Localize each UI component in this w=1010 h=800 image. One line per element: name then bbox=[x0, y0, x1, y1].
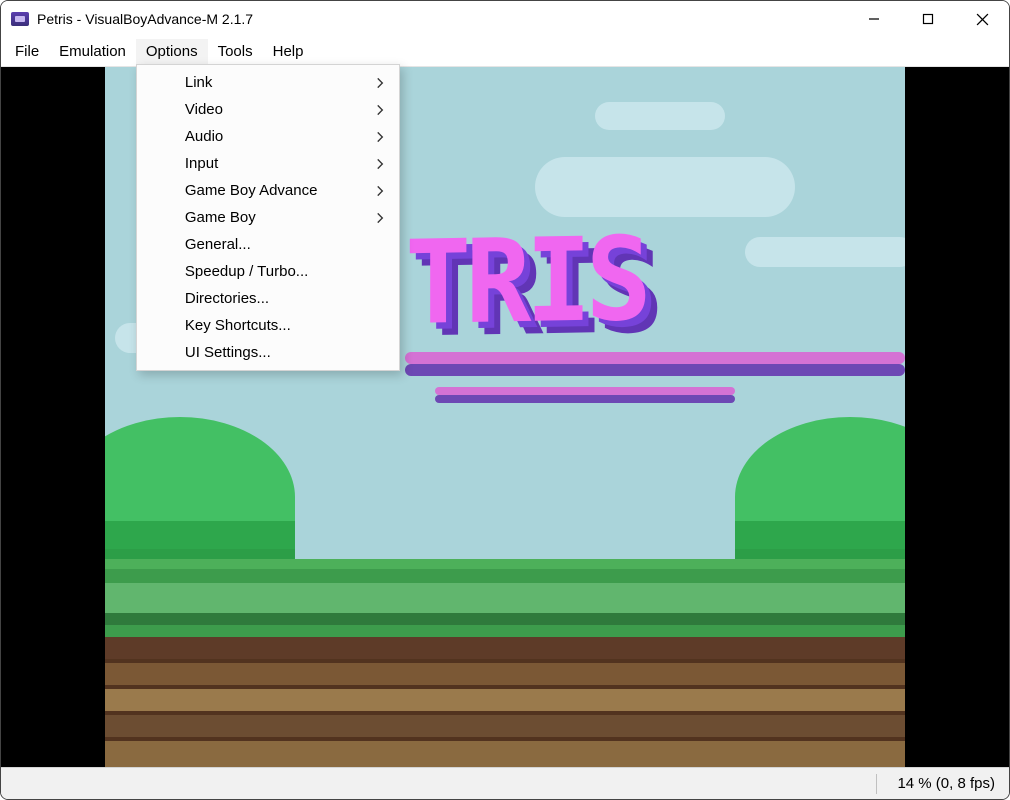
logo-underline bbox=[405, 352, 905, 364]
options-keyshortcuts[interactable]: Key Shortcuts... bbox=[137, 312, 399, 339]
chevron-right-icon bbox=[376, 185, 385, 196]
statusbar: 14 % (0, 8 fps) bbox=[1, 767, 1009, 799]
menu-options[interactable]: Options Link Video Audio Input Game Boy … bbox=[136, 39, 208, 64]
chevron-right-icon bbox=[376, 212, 385, 223]
close-button[interactable] bbox=[959, 3, 1005, 35]
options-directories[interactable]: Directories... bbox=[137, 285, 399, 312]
logo-underline bbox=[435, 387, 735, 395]
cloud-deco bbox=[745, 237, 905, 267]
options-general[interactable]: General... bbox=[137, 231, 399, 258]
options-gb[interactable]: Game Boy bbox=[137, 204, 399, 231]
options-audio[interactable]: Audio bbox=[137, 123, 399, 150]
app-window: Petris - VisualBoyAdvance-M 2.1.7 File E… bbox=[0, 0, 1010, 800]
options-speedup[interactable]: Speedup / Turbo... bbox=[137, 258, 399, 285]
maximize-button[interactable] bbox=[905, 3, 951, 35]
ground-deco bbox=[105, 637, 905, 767]
options-dropdown: Link Video Audio Input Game Boy Advance … bbox=[136, 64, 400, 371]
window-title: Petris - VisualBoyAdvance-M 2.1.7 bbox=[37, 11, 253, 27]
menu-help[interactable]: Help bbox=[263, 39, 314, 64]
menubar: File Emulation Options Link Video Audio … bbox=[1, 37, 1009, 67]
menu-emulation[interactable]: Emulation bbox=[49, 39, 136, 64]
app-icon bbox=[11, 12, 29, 26]
chevron-right-icon bbox=[376, 104, 385, 115]
options-input[interactable]: Input bbox=[137, 150, 399, 177]
menu-tools[interactable]: Tools bbox=[208, 39, 263, 64]
chevron-right-icon bbox=[376, 77, 385, 88]
menu-options-label: Options bbox=[146, 43, 198, 60]
titlebar: Petris - VisualBoyAdvance-M 2.1.7 bbox=[1, 1, 1009, 37]
menu-file[interactable]: File bbox=[5, 39, 49, 64]
minimize-button[interactable] bbox=[851, 3, 897, 35]
chevron-right-icon bbox=[376, 158, 385, 169]
status-text: 14 % (0, 8 fps) bbox=[897, 775, 995, 792]
cloud-deco bbox=[535, 157, 795, 217]
status-divider bbox=[876, 774, 877, 794]
cloud-deco bbox=[595, 102, 725, 130]
options-video[interactable]: Video bbox=[137, 96, 399, 123]
options-link[interactable]: Link bbox=[137, 69, 399, 96]
options-gba[interactable]: Game Boy Advance bbox=[137, 177, 399, 204]
options-uisettings[interactable]: UI Settings... bbox=[137, 339, 399, 366]
game-logo: TRIS bbox=[405, 212, 646, 351]
grass-deco bbox=[105, 559, 905, 637]
chevron-right-icon bbox=[376, 131, 385, 142]
